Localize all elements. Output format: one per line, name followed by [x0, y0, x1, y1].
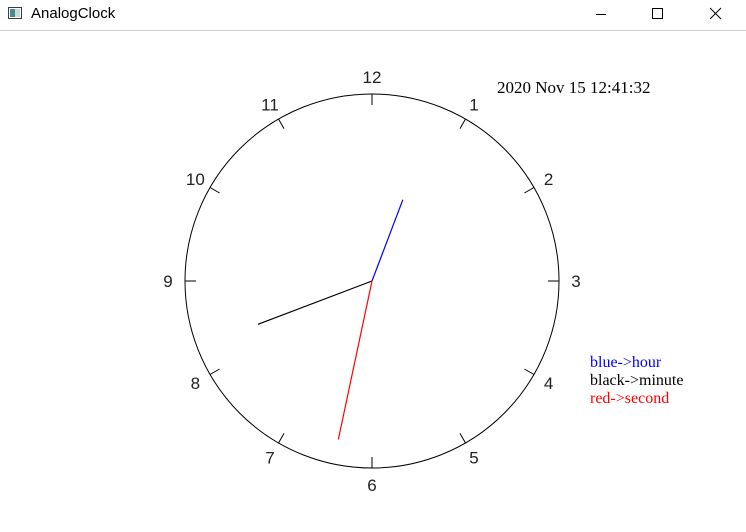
legend-second: red->second: [590, 390, 670, 407]
clock-numeral: 6: [367, 476, 376, 495]
clock-numeral: 8: [191, 374, 200, 393]
close-icon: [709, 7, 722, 20]
clock-numeral: 9: [163, 272, 172, 291]
legend-hour: blue->hour: [590, 354, 662, 371]
clock-numeral: 5: [469, 449, 478, 468]
maximize-icon: [652, 8, 663, 19]
clock-numeral: 3: [571, 272, 580, 291]
clock-tick: [459, 118, 466, 129]
second-hand: [337, 280, 373, 440]
app-window: AnalogClock 12 1 2 3 4 5 6 7 8 9 10 11 2…: [0, 0, 746, 532]
clock-client-area: 12 1 2 3 4 5 6 7 8 9 10 11 2020 Nov 15 12:41:32 blu…: [0, 31, 746, 532]
clock-numeral: 2: [544, 170, 553, 189]
close-button[interactable]: [692, 0, 738, 30]
clock-numeral: 4: [544, 374, 553, 393]
hour-hand: [371, 199, 404, 282]
clock-numeral: 12: [363, 68, 382, 87]
minute-hand: [257, 280, 373, 325]
minimize-icon: [596, 14, 606, 15]
clock-numeral: 7: [265, 449, 274, 468]
clock-tick: [278, 118, 285, 129]
datetime-label: 2020 Nov 15 12:41:32: [497, 78, 651, 97]
clock-tick: [524, 187, 535, 194]
legend-minute: black->minute: [590, 372, 684, 389]
clock-tick: [524, 368, 535, 375]
analog-clock: 121234567891011: [163, 68, 580, 495]
clock-tick: [278, 433, 285, 444]
window-title: AnalogClock: [31, 5, 116, 22]
title-bar[interactable]: AnalogClock: [0, 0, 746, 31]
clock-numeral: 10: [186, 170, 205, 189]
hands-legend: blue->hour black->minute red->second: [590, 354, 683, 408]
clock-numeral: 1: [469, 95, 478, 114]
clock-tick: [209, 187, 220, 194]
clock-numeral: 11: [261, 95, 279, 114]
minimize-button[interactable]: [578, 0, 624, 30]
clock-tick: [459, 433, 466, 444]
maximize-button[interactable]: [634, 0, 680, 30]
app-window-icon: [8, 7, 22, 19]
clock-tick: [209, 368, 220, 375]
